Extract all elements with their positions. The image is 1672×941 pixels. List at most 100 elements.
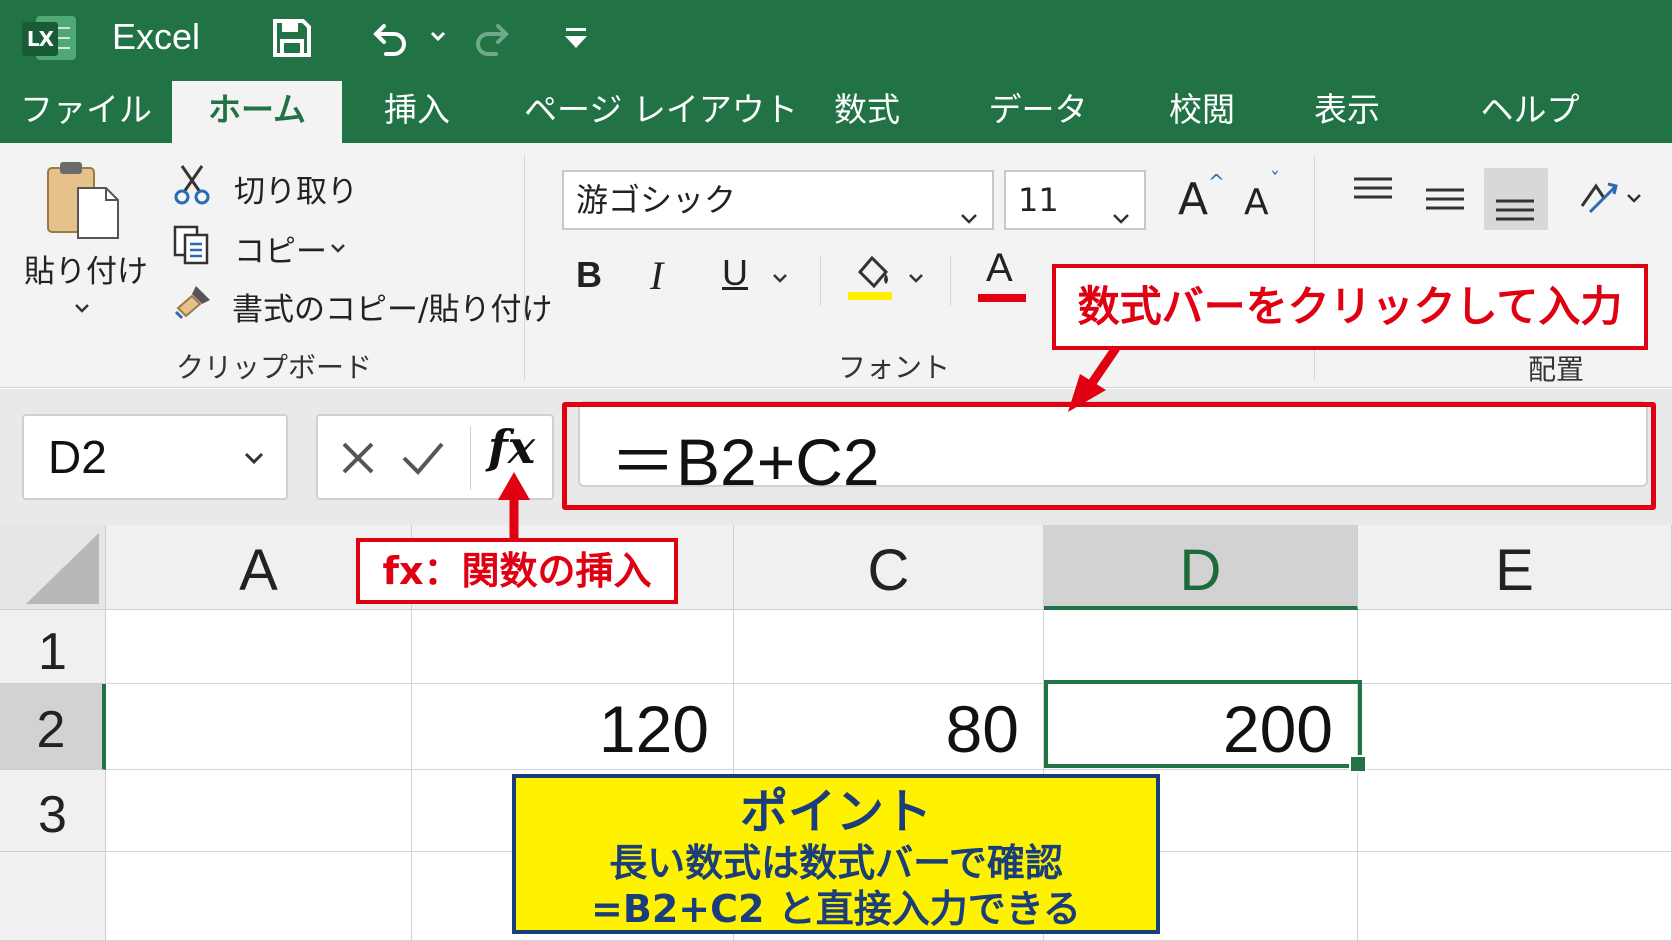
cell-b2[interactable]: 120 (412, 684, 734, 770)
point-callout: ポイント 長い数式は数式バーで確認 =B2+C2 と直接入力できる (512, 774, 1160, 934)
cell-a2[interactable] (106, 684, 412, 770)
cell-a4[interactable] (106, 852, 412, 941)
font-name-select[interactable]: 游ゴシック (562, 170, 994, 230)
format-painter-label[interactable]: 書式のコピー/貼り付け (232, 284, 552, 329)
alignment-group-label: 配置 (1528, 353, 1585, 386)
point-line-1: 長い数式は数式バーで確認 (609, 841, 1063, 885)
paste-icon[interactable] (44, 158, 124, 240)
italic-button[interactable]: I (650, 252, 663, 299)
tab-view[interactable]: 表示 (1302, 81, 1392, 143)
row-header-1[interactable]: 1 (0, 610, 106, 684)
cell-a1[interactable] (106, 610, 412, 684)
formula-bar-callout: 数式バーをクリックして入力 (1052, 264, 1648, 350)
undo-icon[interactable] (364, 14, 412, 62)
copy-label[interactable]: コピー (234, 226, 327, 271)
cell-c2[interactable]: 80 (734, 684, 1044, 770)
orientation-icon[interactable] (1576, 176, 1620, 220)
cell-e3[interactable] (1358, 770, 1672, 852)
active-cell-border (1044, 680, 1362, 768)
group-separator (820, 256, 821, 306)
enter-check-icon[interactable] (400, 438, 446, 478)
align-bottom-icon[interactable] (1494, 192, 1536, 222)
font-name-dropdown-icon (958, 190, 980, 224)
align-top-icon[interactable] (1352, 176, 1394, 206)
name-box-dropdown-icon[interactable] (242, 446, 266, 470)
fill-handle[interactable] (1349, 755, 1367, 773)
tab-data[interactable]: データ (978, 81, 1098, 143)
grow-font-label: A (1178, 174, 1209, 225)
row-header-2[interactable]: 2 (0, 684, 106, 770)
undo-dropdown-icon[interactable] (428, 26, 448, 46)
excel-logo-icon: LX (22, 14, 78, 62)
font-size-value: 11 (1018, 181, 1059, 219)
cut-label[interactable]: 切り取り (234, 166, 358, 211)
underline-dropdown-icon[interactable] (770, 268, 790, 288)
logo-text: LX (22, 22, 58, 56)
redo-icon[interactable] (470, 14, 518, 62)
grow-font-button[interactable]: A ^ (1178, 170, 1225, 225)
font-group-label: フォント (838, 351, 951, 384)
fx-arrow-icon (498, 472, 530, 540)
shrink-font-caret-icon: ˇ (1270, 168, 1280, 192)
row-header-4[interactable] (0, 852, 106, 941)
tab-formulas[interactable]: 数式 (822, 81, 912, 143)
format-painter-icon[interactable] (172, 282, 214, 322)
column-header-c[interactable]: C (734, 525, 1044, 610)
tab-insert[interactable]: 挿入 (372, 81, 462, 143)
save-icon[interactable] (268, 14, 316, 62)
column-header-d[interactable]: D (1044, 525, 1358, 610)
font-color-button[interactable]: A (986, 246, 1013, 291)
cell-e4[interactable] (1358, 852, 1672, 941)
fx-callout: fx：関数の挿入 (356, 538, 678, 604)
fill-color-dropdown-icon[interactable] (906, 268, 926, 288)
font-name-value: 游ゴシック (576, 181, 737, 219)
name-box[interactable]: D2 (22, 414, 288, 500)
select-all-corner[interactable] (0, 525, 106, 610)
insert-function-button[interactable]: fx (488, 420, 535, 474)
row-header-3[interactable]: 3 (0, 770, 106, 852)
tab-home[interactable]: ホーム (172, 81, 342, 143)
cancel-icon[interactable] (338, 438, 378, 478)
ribbon-tabs: ファイル ホーム 挿入 ページ レイアウト 数式 データ 校閲 表示 ヘルプ (0, 75, 1672, 143)
group-separator (524, 155, 525, 380)
customize-icon[interactable] (556, 14, 596, 62)
app-title: Excel (112, 16, 201, 57)
formula-bar-highlight (562, 402, 1656, 510)
shrink-font-label: A (1244, 182, 1269, 223)
name-box-value: D2 (48, 431, 107, 483)
font-color-swatch (978, 294, 1026, 302)
cell-a3[interactable] (106, 770, 412, 852)
copy-dropdown-icon[interactable] (328, 238, 348, 258)
cell-b1[interactable] (412, 610, 734, 684)
tab-file[interactable]: ファイル (20, 81, 152, 143)
group-separator (950, 256, 951, 306)
point-line-2: =B2+C2 と直接入力できる (591, 887, 1081, 931)
orientation-dropdown-icon[interactable] (1624, 188, 1644, 208)
cell-d1[interactable] (1044, 610, 1358, 684)
grow-font-caret-icon: ^ (1208, 170, 1225, 194)
shrink-font-button[interactable]: A ˇ (1244, 168, 1280, 223)
paste-dropdown-icon[interactable] (72, 298, 92, 318)
tab-review[interactable]: 校閲 (1148, 81, 1256, 143)
copy-icon[interactable] (172, 224, 212, 266)
cut-icon[interactable] (172, 162, 212, 206)
cell-c1[interactable] (734, 610, 1044, 684)
clipboard-group-label: クリップボード (176, 351, 373, 384)
font-size-dropdown-icon (1110, 190, 1132, 224)
bold-button[interactable]: B (576, 254, 602, 296)
fx-separator (470, 426, 471, 490)
column-header-e[interactable]: E (1358, 525, 1672, 610)
paste-label[interactable]: 貼り付け (24, 246, 148, 291)
tab-page-layout[interactable]: ページ レイアウト (524, 81, 798, 143)
underline-button[interactable]: U (722, 252, 748, 294)
font-color-label: A (986, 246, 1013, 290)
cell-e2[interactable] (1358, 684, 1672, 770)
point-title: ポイント (739, 784, 932, 840)
formula-bar-arrow-icon (1068, 345, 1120, 412)
title-bar: LX Excel (0, 0, 1672, 75)
font-size-select[interactable]: 11 (1004, 170, 1146, 230)
cell-e1[interactable] (1358, 610, 1672, 684)
tab-help[interactable]: ヘルプ (1460, 81, 1600, 143)
align-middle-icon[interactable] (1424, 184, 1466, 214)
fill-color-icon[interactable] (846, 250, 896, 302)
